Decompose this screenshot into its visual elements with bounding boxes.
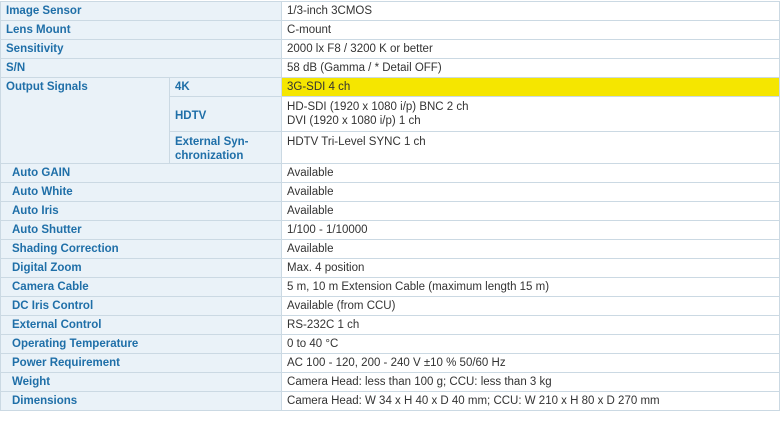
row-lens-mount: Lens Mount C-mount bbox=[0, 20, 780, 40]
row-auto-iris: Auto Iris Available bbox=[0, 201, 780, 221]
row-auto-white: Auto White Available bbox=[0, 182, 780, 202]
spec-label-camera-cable: Camera Cable bbox=[0, 277, 283, 297]
spec-value-digital-zoom: Max. 4 position bbox=[281, 258, 780, 278]
spec-value-hdtv-line2: DVI (1920 x 1080 i/p) 1 ch bbox=[287, 115, 421, 127]
spec-label-external-control: External Control bbox=[0, 315, 283, 335]
spec-label-dimensions: Dimensions bbox=[0, 391, 283, 411]
spec-sublabel-ext-sync-line2: chronization bbox=[175, 150, 244, 162]
spec-label-shading-correction: Shading Correction bbox=[0, 239, 283, 259]
row-dimensions: Dimensions Camera Head: W 34 x H 40 x D … bbox=[0, 391, 780, 411]
spec-value-lens-mount: C-mount bbox=[281, 20, 780, 40]
row-camera-cable: Camera Cable 5 m, 10 m Extension Cable (… bbox=[0, 277, 780, 297]
row-external-control: External Control RS-232C 1 ch bbox=[0, 315, 780, 335]
row-auto-gain: Auto GAIN Available bbox=[0, 163, 780, 183]
spec-label-sensitivity: Sensitivity bbox=[0, 39, 283, 59]
spec-sublabel-ext-sync-line1: External Syn- bbox=[175, 136, 249, 148]
spec-value-camera-cable: 5 m, 10 m Extension Cable (maximum lengt… bbox=[281, 277, 780, 297]
row-auto-shutter: Auto Shutter 1/100 - 1/10000 bbox=[0, 220, 780, 240]
spec-label-lens-mount: Lens Mount bbox=[0, 20, 283, 40]
spec-value-image-sensor: 1/3-inch 3CMOS bbox=[281, 1, 780, 21]
row-dc-iris-control: DC Iris Control Available (from CCU) bbox=[0, 296, 780, 316]
spec-sublabel-ext-sync: External Syn- chronization bbox=[168, 131, 283, 164]
spec-value-ext-sync: HDTV Tri-Level SYNC 1 ch bbox=[281, 131, 780, 164]
spec-label-image-sensor: Image Sensor bbox=[0, 1, 283, 21]
row-sn: S/N 58 dB (Gamma / * Detail OFF) bbox=[0, 58, 780, 78]
row-image-sensor: Image Sensor 1/3-inch 3CMOS bbox=[0, 1, 780, 21]
spec-label-operating-temperature: Operating Temperature bbox=[0, 334, 283, 354]
spec-label-digital-zoom: Digital Zoom bbox=[0, 258, 283, 278]
spec-value-dimensions: Camera Head: W 34 x H 40 x D 40 mm; CCU:… bbox=[281, 391, 780, 411]
spec-label-auto-white: Auto White bbox=[0, 182, 283, 202]
spec-value-auto-white: Available bbox=[281, 182, 780, 202]
spec-table: Image Sensor 1/3-inch 3CMOS Lens Mount C… bbox=[0, 1, 780, 411]
spec-value-weight: Camera Head: less than 100 g; CCU: less … bbox=[281, 372, 780, 392]
spec-value-auto-shutter: 1/100 - 1/10000 bbox=[281, 220, 780, 240]
spec-value-shading-correction: Available bbox=[281, 239, 780, 259]
spec-value-auto-gain: Available bbox=[281, 163, 780, 183]
row-output-4k: Output Signals 4K 3G-SDI 4 ch bbox=[0, 77, 780, 164]
spec-value-dc-iris-control: Available (from CCU) bbox=[281, 296, 780, 316]
spec-value-4k-highlighted: 3G-SDI 4 ch bbox=[281, 77, 780, 97]
spec-label-auto-shutter: Auto Shutter bbox=[0, 220, 283, 240]
row-operating-temperature: Operating Temperature 0 to 40 °C bbox=[0, 334, 780, 354]
spec-label-auto-gain: Auto GAIN bbox=[0, 163, 283, 183]
spec-sublabel-hdtv: HDTV bbox=[168, 96, 283, 132]
spec-label-weight: Weight bbox=[0, 372, 283, 392]
spec-label-power-requirement: Power Requirement bbox=[0, 353, 283, 373]
row-shading-correction: Shading Correction Available bbox=[0, 239, 780, 259]
row-power-requirement: Power Requirement AC 100 - 120, 200 - 24… bbox=[0, 353, 780, 373]
spec-value-sn: 58 dB (Gamma / * Detail OFF) bbox=[281, 58, 780, 78]
spec-label-auto-iris: Auto Iris bbox=[0, 201, 283, 221]
spec-sublabel-4k: 4K bbox=[168, 77, 283, 97]
row-digital-zoom: Digital Zoom Max. 4 position bbox=[0, 258, 780, 278]
row-sensitivity: Sensitivity 2000 lx F8 / 3200 K or bette… bbox=[0, 39, 780, 59]
spec-value-sensitivity: 2000 lx F8 / 3200 K or better bbox=[281, 39, 780, 59]
spec-label-sn: S/N bbox=[0, 58, 283, 78]
spec-value-hdtv: HD-SDI (1920 x 1080 i/p) BNC 2 ch DVI (1… bbox=[281, 96, 780, 132]
spec-value-external-control: RS-232C 1 ch bbox=[281, 315, 780, 335]
spec-value-operating-temperature: 0 to 40 °C bbox=[281, 334, 780, 354]
spec-value-power-requirement: AC 100 - 120, 200 - 240 V ±10 % 50/60 Hz bbox=[281, 353, 780, 373]
spec-label-dc-iris-control: DC Iris Control bbox=[0, 296, 283, 316]
spec-value-auto-iris: Available bbox=[281, 201, 780, 221]
row-weight: Weight Camera Head: less than 100 g; CCU… bbox=[0, 372, 780, 392]
spec-value-hdtv-line1: HD-SDI (1920 x 1080 i/p) BNC 2 ch bbox=[287, 101, 469, 113]
spec-label-output-signals: Output Signals bbox=[0, 77, 170, 164]
